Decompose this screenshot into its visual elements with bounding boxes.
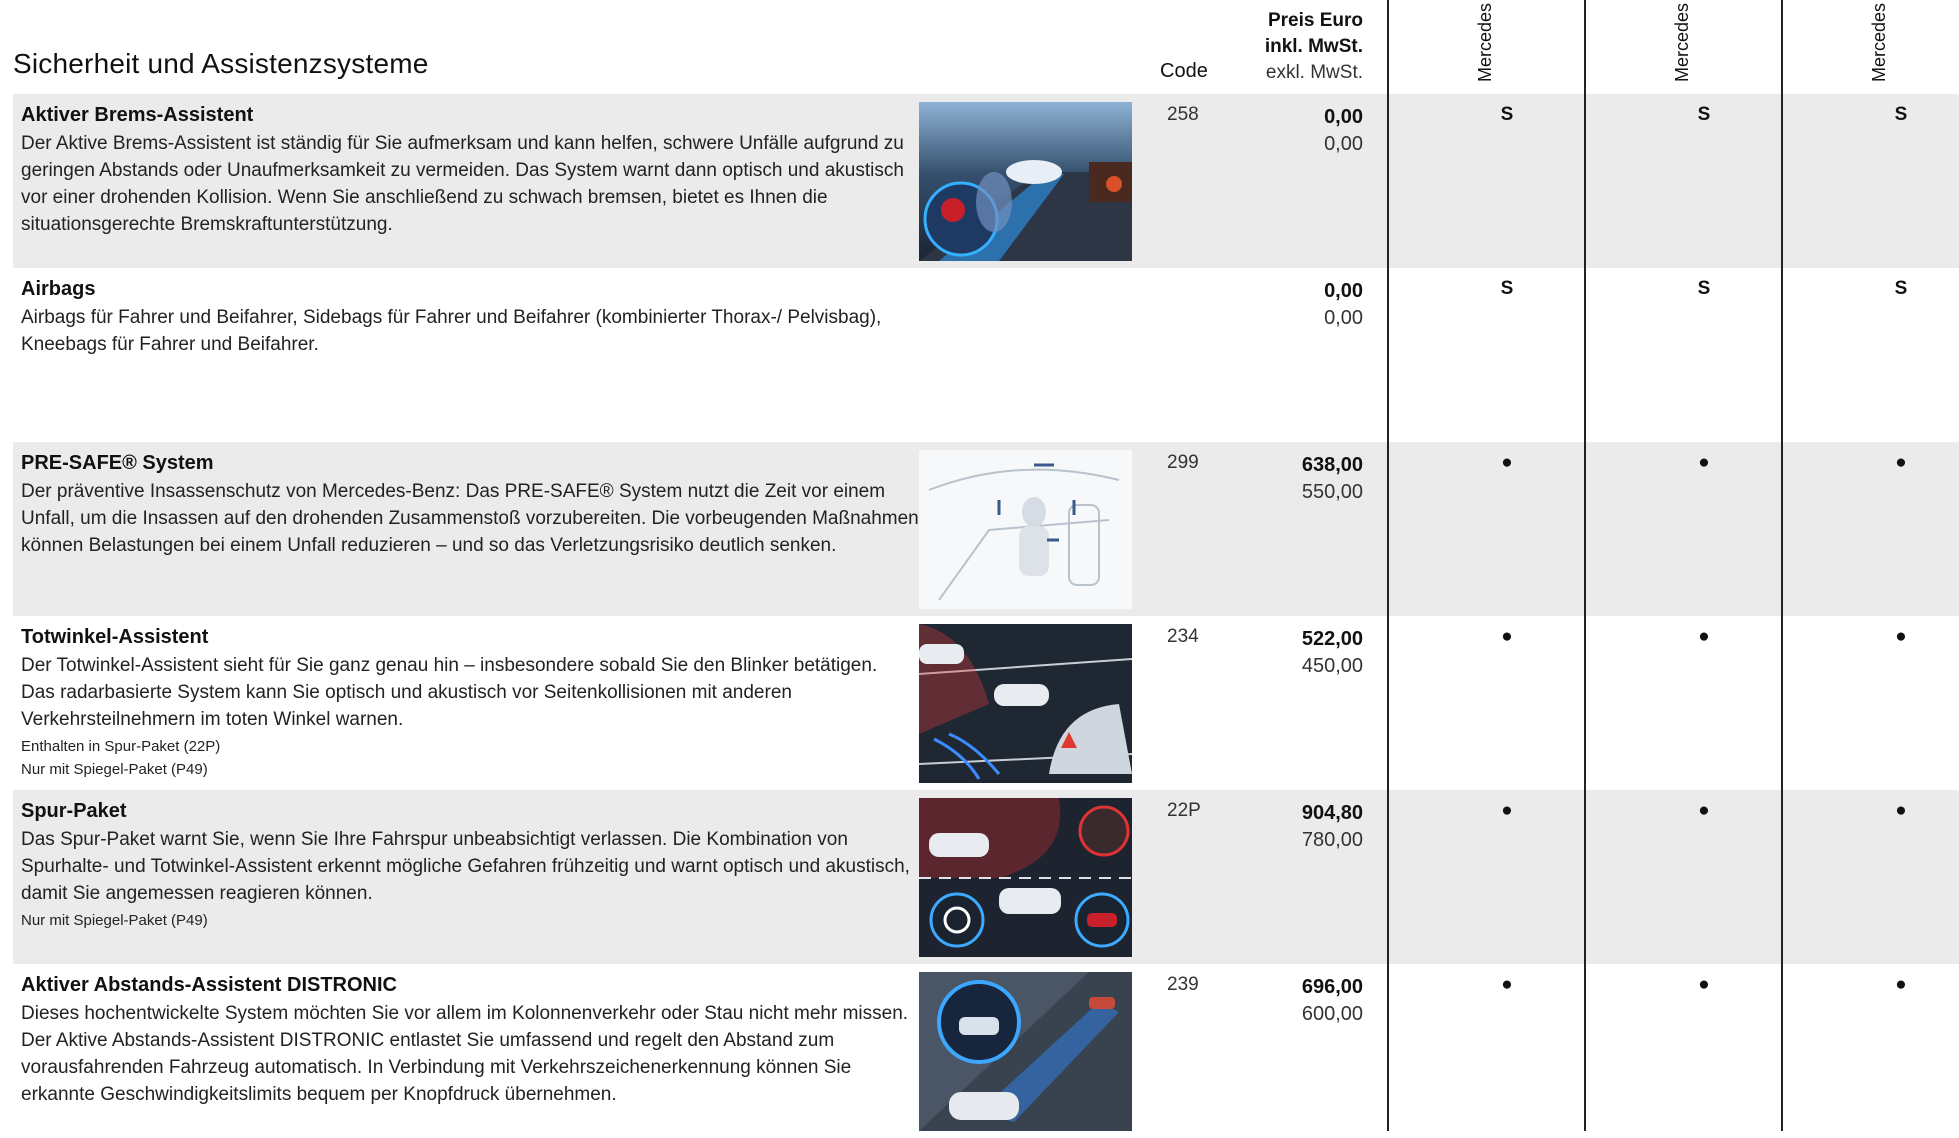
- price-header-line2: inkl. MwSt.: [1264, 36, 1363, 57]
- column-divider: [1584, 0, 1586, 1131]
- price: 522,00 450,00: [1193, 626, 1363, 680]
- feature-title: Spur-Paket: [21, 800, 127, 822]
- distronic-image: [919, 972, 1132, 1131]
- price-incl-vat: 638,00: [1301, 454, 1363, 476]
- availability-standard: S: [1894, 104, 1908, 125]
- availability-optional: ●: [1501, 626, 1513, 647]
- feature-note: Nur mit Spiegel-Paket (P49): [21, 761, 208, 778]
- feature-description: Der Aktive Brems-Assistent ist ständig f…: [21, 130, 921, 238]
- feature-description: Dieses hochentwickelte System möchten Si…: [21, 1000, 921, 1108]
- availability-standard: S: [1697, 104, 1711, 125]
- availability-optional: ●: [1895, 452, 1907, 473]
- table-row: Aktiver Abstands-Assistent DISTRONIC Die…: [13, 964, 1959, 1138]
- availability-standard: S: [1500, 104, 1514, 125]
- price-excl-vat: 780,00: [1301, 829, 1363, 851]
- feature-note: Nur mit Spiegel-Paket (P49): [21, 912, 208, 929]
- price: 638,00 550,00: [1193, 452, 1363, 506]
- description-text: Das Spur-Paket warnt Sie, wenn Sie Ihre …: [21, 829, 910, 904]
- price: 0,00 0,00: [1193, 104, 1363, 158]
- model-name: Mercedes: [1869, 2, 1889, 82]
- price-excl-vat: 600,00: [1301, 1003, 1363, 1025]
- model-column-header-2: Mercedes: [1664, 0, 1704, 82]
- column-divider: [1781, 0, 1783, 1131]
- availability-standard: S: [1894, 278, 1908, 299]
- feature-note: Enthalten in Spur-Paket (22P): [21, 738, 221, 755]
- code-column-header: Code: [1160, 60, 1208, 82]
- price-excl-vat: 0,00: [1324, 307, 1363, 329]
- description-text: Der Totwinkel-Assistent sieht für Sie ga…: [21, 655, 878, 730]
- availability-optional: ●: [1895, 974, 1907, 995]
- price-header-line1: Preis Euro: [1267, 10, 1363, 31]
- blind-spot-image: [919, 624, 1132, 783]
- table-row: Totwinkel-Assistent Der Totwinkel-Assist…: [13, 616, 1959, 790]
- feature-description: Airbags für Fahrer und Beifahrer, Sideba…: [21, 304, 901, 358]
- equipment-price-list: Sicherheit und Assistenzsysteme Code Pre…: [0, 0, 1959, 1131]
- feature-description: Der präventive Insassenschutz von Merced…: [21, 478, 921, 559]
- availability-optional: ●: [1895, 626, 1907, 647]
- column-divider: [1387, 0, 1389, 1131]
- description-text: Airbags für Fahrer und Beifahrer, Sideba…: [21, 307, 882, 355]
- table-row: Aktiver Brems-Assistent Der Aktive Brems…: [13, 94, 1959, 268]
- price-excl-vat: 450,00: [1301, 655, 1363, 677]
- table-row: PRE-SAFE® System Der präventive Insassen…: [13, 442, 1959, 616]
- model-name: Mercedes: [1672, 2, 1692, 82]
- feature-title: Totwinkel-Assistent: [21, 626, 209, 648]
- availability-standard: S: [1500, 278, 1514, 299]
- table-row: Spur-Paket Das Spur-Paket warnt Sie, wen…: [13, 790, 1959, 964]
- table-row: Airbags Airbags für Fahrer und Beifahrer…: [13, 268, 1959, 442]
- description-text: Dieses hochentwickelte System möchten Si…: [21, 1003, 909, 1105]
- availability-optional: ●: [1698, 974, 1710, 995]
- section-title: Sicherheit und Assistenzsysteme: [13, 48, 429, 79]
- availability-optional: ●: [1698, 800, 1710, 821]
- availability-optional: ●: [1501, 974, 1513, 995]
- price-incl-vat: 522,00: [1301, 628, 1363, 650]
- description-text: Der präventive Insassenschutz von Merced…: [21, 481, 919, 556]
- feature-title: Aktiver Abstands-Assistent DISTRONIC: [21, 974, 397, 996]
- price-incl-vat: 0,00: [1324, 280, 1363, 302]
- feature-description: Das Spur-Paket warnt Sie, wenn Sie Ihre …: [21, 826, 921, 934]
- feature-description: Der Totwinkel-Assistent sieht für Sie ga…: [21, 652, 901, 780]
- feature-title: Airbags: [21, 278, 96, 300]
- price-header-line3: exkl. MwSt.: [1265, 62, 1363, 83]
- availability-optional: ●: [1895, 800, 1907, 821]
- feature-title: PRE-SAFE® System: [21, 452, 214, 474]
- price-incl-vat: 904,80: [1301, 802, 1363, 824]
- model-column-header-3: Mercedes: [1861, 0, 1901, 82]
- pre-safe-image: [919, 450, 1132, 609]
- price-excl-vat: 550,00: [1301, 481, 1363, 503]
- price: 0,00 0,00: [1193, 278, 1363, 332]
- brake-assist-image: [919, 102, 1132, 261]
- availability-optional: ●: [1501, 800, 1513, 821]
- model-name: Mercedes: [1475, 2, 1495, 82]
- price-excl-vat: 0,00: [1324, 133, 1363, 155]
- model-column-header-1: Mercedes: [1467, 0, 1507, 82]
- availability-optional: ●: [1698, 452, 1710, 473]
- availability-optional: ●: [1501, 452, 1513, 473]
- feature-title: Aktiver Brems-Assistent: [21, 104, 254, 126]
- description-text: Der Aktive Brems-Assistent ist ständig f…: [21, 133, 904, 235]
- price: 696,00 600,00: [1193, 974, 1363, 1028]
- availability-standard: S: [1697, 278, 1711, 299]
- price-incl-vat: 0,00: [1324, 106, 1363, 128]
- price-column-header: Preis Euro inkl. MwSt. exkl. MwSt.: [1265, 8, 1363, 86]
- price-incl-vat: 696,00: [1301, 976, 1363, 998]
- lane-package-image: [919, 798, 1132, 957]
- price: 904,80 780,00: [1193, 800, 1363, 854]
- availability-optional: ●: [1698, 626, 1710, 647]
